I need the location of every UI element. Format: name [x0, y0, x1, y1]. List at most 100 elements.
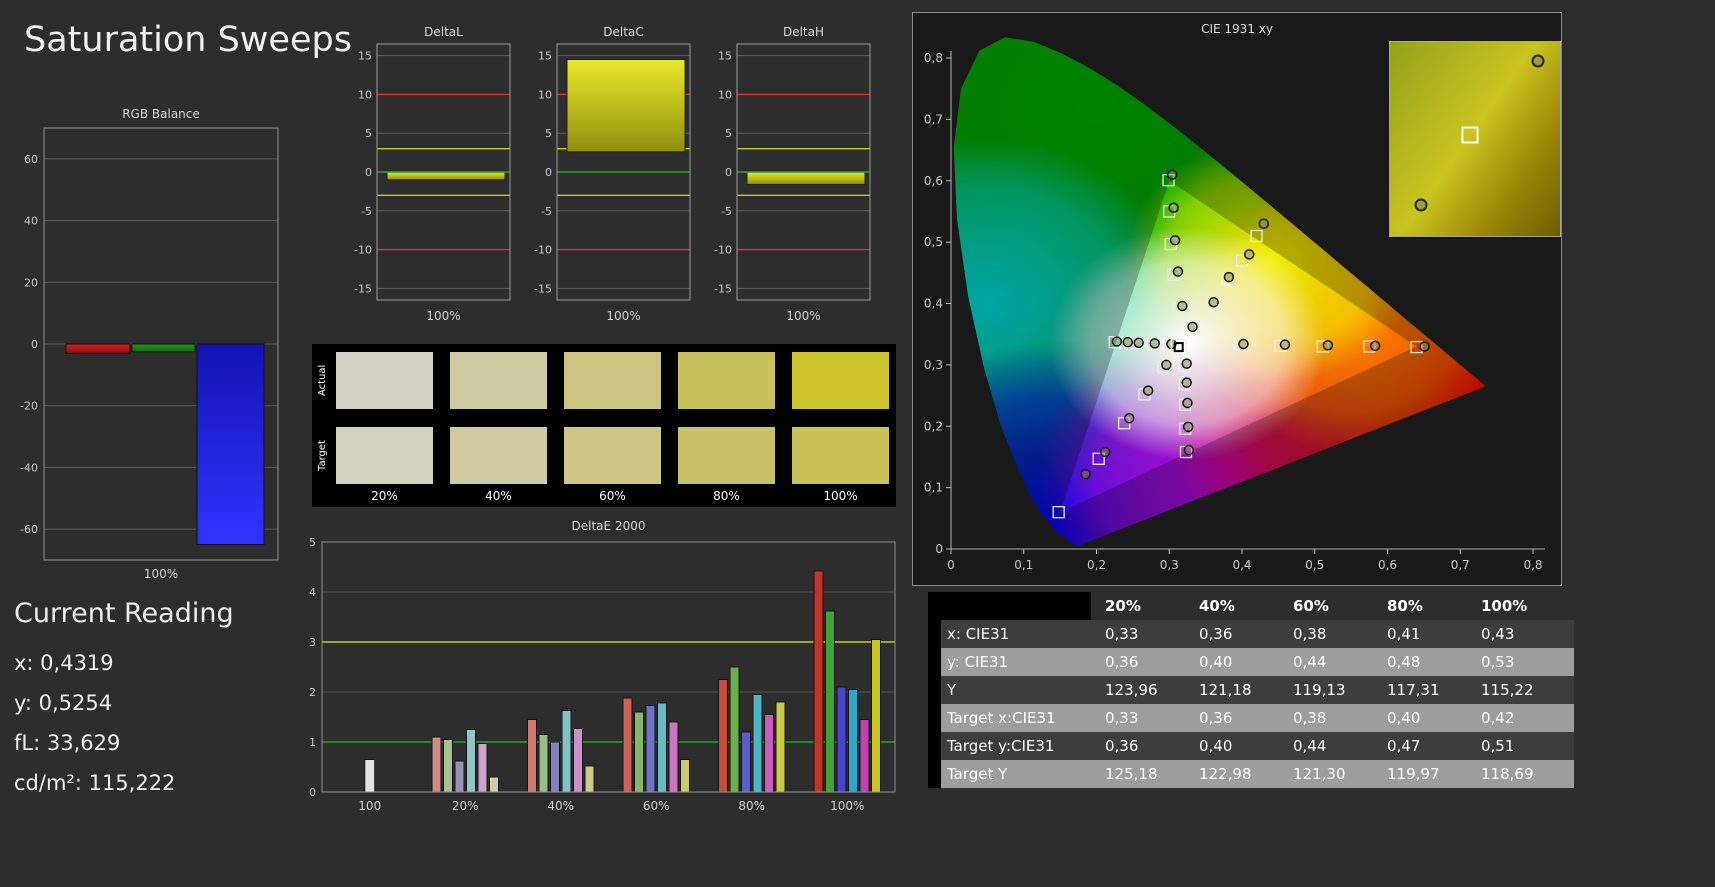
measured-point-magenta [1182, 421, 1194, 433]
table-header-row: 20% 40% 60% 80% 100% [941, 592, 1574, 620]
green-balance-bar [131, 343, 196, 353]
chart-title: CIE 1931 xy [1201, 22, 1273, 36]
y-tick-label: 0 [725, 166, 732, 179]
y-tick-label: 5 [545, 127, 552, 140]
reading-cdm2: cd/m²: 115,222 [14, 771, 176, 795]
red-balance-bar [65, 343, 131, 354]
y-tick-label: 0,4 [924, 297, 943, 311]
table-value: 121,30 [1293, 765, 1346, 783]
column-header: 60% [1293, 597, 1329, 615]
y-tick-label: 10 [718, 88, 732, 101]
measured-point-red [1369, 340, 1381, 352]
measured-point-magenta [1183, 444, 1195, 456]
y-tick-label: 0,8 [924, 51, 943, 65]
deltae-bar [741, 731, 751, 793]
deltae-bar [561, 710, 572, 793]
column-header: 100% [1481, 597, 1528, 615]
row-label: Y [947, 681, 957, 699]
y-tick-label: 0 [309, 786, 316, 799]
chart-title: RGB Balance [122, 107, 200, 121]
swatch-target-100% [792, 427, 889, 484]
measured-point-yellow [1208, 297, 1219, 308]
swatch-actual-20% [336, 352, 433, 409]
table-value: 0,40 [1199, 737, 1233, 755]
chart-title: DeltaE 2000 [572, 519, 646, 533]
measured-point-yellow [1258, 218, 1270, 229]
column-header: 20% [1105, 597, 1141, 615]
table-value: 0,36 [1105, 737, 1139, 755]
swatch-comparison-panel: Actual Target 20% 40% 60% 80% 100% [312, 344, 896, 507]
x-tick-label: 60% [643, 799, 670, 813]
y-tick-label: 1 [309, 736, 316, 749]
y-tick-label: 5 [725, 127, 732, 140]
deltae-bar [859, 719, 870, 793]
x-axis-label: 100% [606, 309, 640, 323]
swatch-col-label: 60% [599, 489, 626, 503]
deltae-bar [764, 714, 774, 793]
swatch-target-40% [450, 427, 547, 484]
table-value: 121,18 [1199, 681, 1252, 699]
y-tick-label: -10 [714, 244, 732, 257]
y-tick-label: 0 [935, 542, 943, 556]
y-tick-label: -60 [20, 523, 38, 536]
measured-point-cyan [1133, 337, 1144, 349]
row-label: Target Y [947, 765, 1008, 783]
y-tick-label: 40 [24, 215, 38, 228]
table-value: 115,22 [1481, 681, 1534, 699]
table-corner [941, 592, 1091, 620]
chart-title: DeltaL [424, 25, 463, 39]
x-tick-label: 100 [358, 799, 381, 813]
y-tick-label: 3 [309, 636, 316, 649]
row-label: x: CIE31 [947, 625, 1010, 643]
measured-point-magenta [1181, 358, 1192, 369]
y-tick-label: -5 [361, 205, 372, 218]
table-row: Target Y 125,18 122,98 121,30 119,97 118,69 [941, 760, 1574, 788]
measured-point-red [1279, 339, 1291, 350]
row-label: y: CIE31 [947, 653, 1009, 671]
table-value: 0,44 [1293, 737, 1327, 755]
measured-point-blue [1161, 359, 1172, 371]
measured-point-cyan [1149, 338, 1160, 349]
swatch-target-80% [678, 427, 775, 484]
deltae-bar [680, 759, 690, 793]
deltae-bar [668, 721, 679, 793]
table-value: 0,44 [1293, 653, 1327, 671]
x-tick-label: 0,7 [1451, 558, 1470, 572]
table-value: 0,40 [1387, 709, 1421, 727]
swatch-actual-40% [450, 352, 547, 409]
swatch-actual-60% [564, 352, 661, 409]
swatch-row-label-target: Target [317, 440, 328, 471]
y-tick-label: -10 [354, 244, 372, 257]
deltae-bar [443, 739, 453, 793]
y-tick-label: 0 [365, 166, 372, 179]
deltae-bar [645, 705, 656, 793]
deltae-bar [729, 666, 740, 793]
y-tick-label: -15 [354, 282, 372, 295]
table-value: 0,33 [1105, 625, 1139, 643]
swatch-col-label: 40% [485, 489, 512, 503]
swatch-actual-100% [792, 352, 889, 409]
x-axis-label: 100% [144, 567, 178, 581]
deltae-bar [634, 711, 644, 793]
x-tick-label: 0,6 [1378, 558, 1397, 572]
cie-zoom-inset [1389, 41, 1561, 237]
table-value: 0,42 [1481, 709, 1515, 727]
y-tick-label: -10 [534, 244, 552, 257]
column-header: 40% [1199, 597, 1235, 615]
chart-title: DeltaH [783, 25, 824, 39]
reading-y: y: 0,5254 [14, 691, 113, 715]
y-tick-label: 0,1 [924, 481, 943, 495]
table-row: x: CIE31 0,33 0,36 0,38 0,41 0,43 [941, 620, 1574, 648]
inset-target-square [1461, 126, 1479, 144]
deltae-bar [538, 734, 549, 793]
page-title: Saturation Sweeps [24, 20, 352, 60]
blue-balance-bar [196, 343, 265, 546]
deltae-bar [454, 760, 465, 793]
deltae-bar [871, 639, 881, 793]
y-tick-label: 0,5 [924, 235, 943, 249]
deltae-bar [477, 743, 488, 793]
x-tick-label: 0,4 [1232, 558, 1251, 572]
delta-c-chart: DeltaC 15 10 5 0 -5 -10 -15 100% [534, 25, 691, 323]
row-label: Target y:CIE31 [947, 737, 1055, 755]
deltae-bar [825, 610, 835, 793]
